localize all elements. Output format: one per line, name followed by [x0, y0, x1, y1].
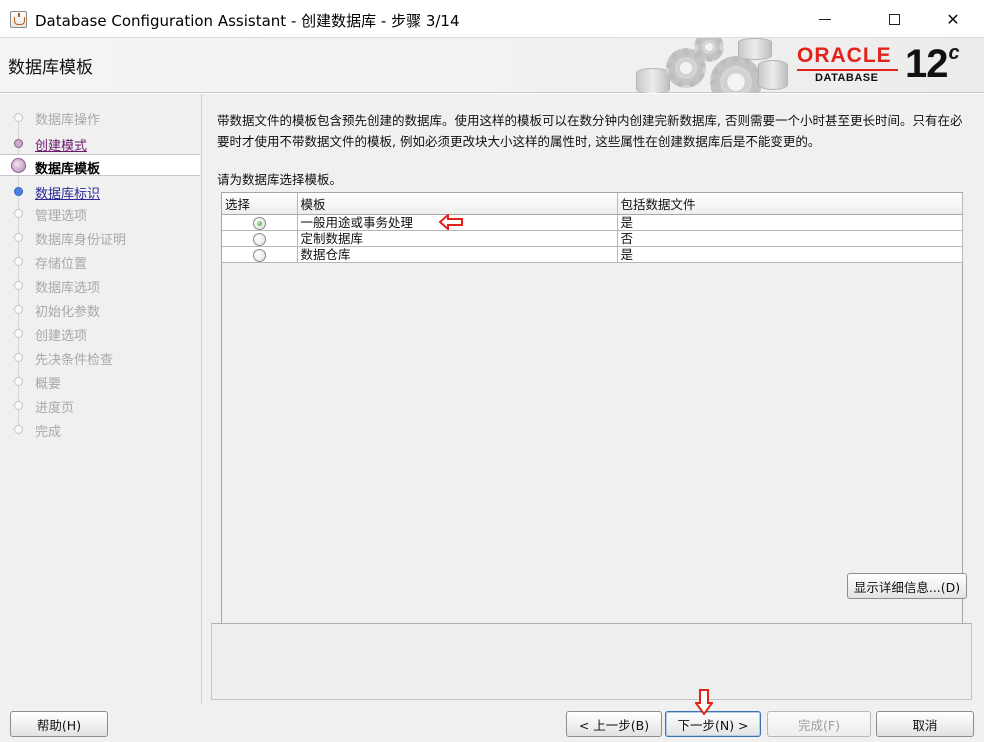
oracle-product: DATABASE [815, 72, 879, 84]
template-radio-general-purpose[interactable] [252, 216, 266, 230]
show-details-button[interactable]: 显示详细信息...(D) [847, 573, 967, 599]
table-row[interactable]: 一般用途或事务处理 是 [222, 214, 963, 231]
column-header-template[interactable]: 模板 [297, 193, 618, 215]
step-item-db-identification[interactable]: 数据库标识 [0, 180, 200, 202]
help-button[interactable]: 帮助(H) [10, 711, 108, 737]
select-cell[interactable] [222, 230, 298, 247]
minimize-icon [819, 18, 831, 20]
close-button[interactable]: ✕ [930, 0, 976, 38]
close-icon: ✕ [946, 9, 960, 29]
template-radio-custom[interactable] [252, 232, 266, 246]
template-description: 带数据文件的模板包含预先创建的数据库。使用这样的模板可以在数分钟内创建完新数据库… [217, 113, 963, 149]
step-dot-icon [14, 139, 23, 148]
title-bar: Database Configuration Assistant - 创建数据库… [0, 0, 984, 38]
step-item-create-mode[interactable]: 创建模式 [0, 132, 200, 154]
step-dot-icon [14, 305, 23, 314]
window-title: Database Configuration Assistant - 创建数据库… [35, 12, 460, 30]
step-dot-icon [14, 187, 23, 196]
step-dot-icon [14, 257, 23, 266]
step-item-db-credentials: 数据库身份证明 [0, 226, 200, 248]
finish-button: 完成(F) [767, 711, 871, 737]
red-arrow-down-icon [695, 689, 713, 715]
java-app-icon [10, 11, 27, 28]
datafiles-cell[interactable]: 是 [617, 246, 963, 263]
step-item-finish: 完成 [0, 418, 200, 440]
column-header-select[interactable]: 选择 [222, 193, 298, 215]
step-dot-icon [14, 353, 23, 362]
step-item-init-params: 初始化参数 [0, 298, 200, 320]
table-row[interactable]: 数据仓库 是 [222, 246, 963, 263]
maximize-button[interactable] [871, 0, 917, 38]
wizard-steps-sidebar: 数据库操作 创建模式 数据库模板 数据库标识 管理选项 数据库身份证明 存储位置… [0, 94, 202, 704]
back-button[interactable]: < 上一步(B) [566, 711, 662, 737]
step-dot-icon [14, 233, 23, 242]
step-dot-icon [14, 425, 23, 434]
oracle-brand: ORACLE [797, 44, 892, 67]
template-name-cell[interactable]: 数据仓库 [297, 246, 618, 263]
select-template-prompt: 请为数据库选择模板。 [217, 172, 343, 187]
datafiles-cell[interactable]: 否 [617, 230, 963, 247]
step-dot-icon [14, 281, 23, 290]
next-button[interactable]: 下一步(N) > [665, 711, 761, 737]
select-cell[interactable] [222, 214, 298, 231]
template-radio-warehouse[interactable] [252, 248, 266, 262]
page-title: 数据库模板 [8, 58, 93, 78]
button-bar: 帮助(H) < 上一步(B) 下一步(N) > 完成(F) 取消 [0, 704, 984, 742]
step-dot-icon [14, 401, 23, 410]
step-item-db-options: 数据库选项 [0, 274, 200, 296]
column-header-datafiles[interactable]: 包括数据文件 [617, 193, 963, 215]
step-item-management-options: 管理选项 [0, 202, 200, 224]
step-item-db-template: 数据库模板 [0, 154, 200, 177]
maximize-icon [888, 13, 900, 25]
gears-decoration-icon [630, 38, 795, 93]
step-item-db-operation: 数据库操作 [0, 106, 200, 128]
red-arrow-left-icon [439, 214, 463, 230]
cancel-button[interactable]: 取消 [876, 711, 974, 737]
step-item-summary: 概要 [0, 370, 200, 392]
minimize-button[interactable] [802, 0, 848, 38]
version-badge: 12c [905, 42, 960, 86]
wizard-content: 带数据文件的模板包含预先创建的数据库。使用这样的模板可以在数分钟内创建完新数据库… [203, 94, 984, 704]
step-item-creation-options: 创建选项 [0, 322, 200, 344]
step-item-prereq-checks: 先决条件检查 [0, 346, 200, 368]
datafiles-cell[interactable]: 是 [617, 214, 963, 231]
info-message-panel [211, 623, 972, 700]
current-step-icon [11, 158, 26, 173]
step-dot-icon [14, 209, 23, 218]
table-row[interactable]: 定制数据库 否 [222, 230, 963, 247]
wizard-header: 数据库模板 ORACLE DATABASE 12c [0, 38, 984, 93]
step-dot-icon [14, 113, 23, 122]
select-cell[interactable] [222, 246, 298, 263]
step-dot-icon [14, 329, 23, 338]
step-dot-icon [14, 377, 23, 386]
step-item-storage-location: 存储位置 [0, 250, 200, 272]
step-item-progress: 进度页 [0, 394, 200, 416]
template-name-cell[interactable]: 定制数据库 [297, 230, 618, 247]
oracle-logo: ORACLE DATABASE [795, 44, 900, 88]
